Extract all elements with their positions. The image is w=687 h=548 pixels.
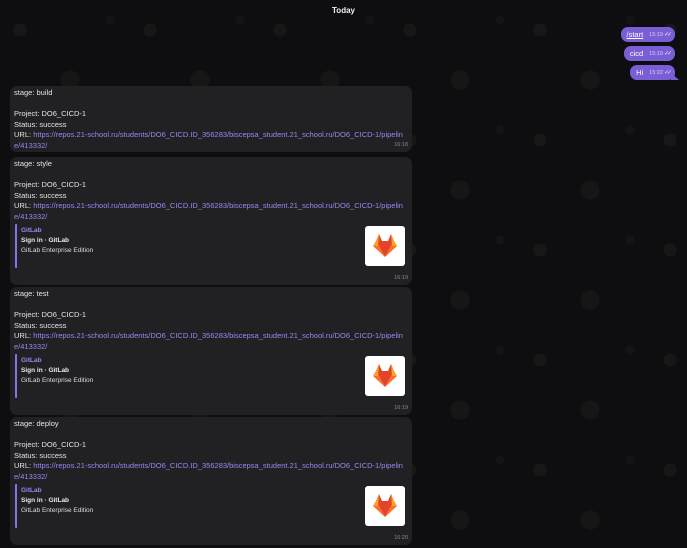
- preview-title: Sign in · GitLab: [21, 497, 70, 504]
- gitlab-logo-icon[interactable]: [365, 356, 405, 396]
- message-text: cicd: [629, 49, 644, 58]
- url-label: URL:: [14, 331, 32, 340]
- preview-description: GitLab Enterprise Edition: [21, 377, 94, 384]
- double-check-icon: ✓✓: [663, 51, 672, 57]
- outgoing-message[interactable]: cicd 15:19 ✓✓: [623, 46, 675, 61]
- outgoing-message[interactable]: Hi 15:22 ✓✓: [630, 65, 675, 80]
- message-time: 15:19: [649, 50, 663, 57]
- bot-message[interactable]: stage: build Project: DO6_CICD-1 Status:…: [10, 86, 412, 152]
- outgoing-message[interactable]: /start 15:19 ✓✓: [620, 27, 675, 42]
- preview-site: GitLab: [21, 227, 42, 234]
- stage-text: stage: style: [14, 159, 52, 168]
- message-time: 16:19: [394, 274, 408, 281]
- link-preview[interactable]: GitLab Sign in · GitLab GitLab Enterpris…: [15, 224, 407, 268]
- date-separator: Today: [332, 6, 355, 15]
- message-text: Hi: [636, 68, 644, 77]
- preview-description: GitLab Enterprise Edition: [21, 507, 94, 514]
- stage-text: stage: test: [14, 289, 49, 298]
- message-time: 16:20: [394, 534, 408, 541]
- preview-site: GitLab: [21, 357, 42, 364]
- message-time: 16:19: [394, 404, 408, 411]
- pipeline-link[interactable]: https://repos.21-school.ru/students/DO6_…: [14, 461, 403, 481]
- status-text: Status: success: [14, 450, 67, 460]
- pipeline-link[interactable]: https://repos.21-school.ru/students/DO6_…: [14, 331, 403, 351]
- gitlab-logo-icon[interactable]: [365, 226, 405, 266]
- bot-message[interactable]: stage: style Project: DO6_CICD-1 Status:…: [10, 157, 412, 285]
- double-check-icon: ✓✓: [663, 70, 672, 76]
- preview-site: GitLab: [21, 487, 42, 494]
- project-text: Project: DO6_CICD-1: [14, 440, 87, 449]
- url-label: URL:: [14, 461, 32, 470]
- status-text: Status: success: [14, 190, 67, 200]
- message-time: 15:22: [649, 69, 663, 76]
- url-label: URL:: [14, 130, 32, 139]
- status-text: Status: success: [14, 119, 67, 129]
- preview-title: Sign in · GitLab: [21, 237, 70, 244]
- preview-title: Sign in · GitLab: [21, 367, 70, 374]
- project-text: Project: DO6_CICD-1: [14, 310, 87, 319]
- pipeline-link[interactable]: https://repos.21-school.ru/students/DO6_…: [14, 130, 403, 150]
- status-text: Status: success: [14, 320, 67, 330]
- stage-text: stage: build: [14, 88, 53, 97]
- gitlab-logo-icon[interactable]: [365, 486, 405, 526]
- command-link[interactable]: /start: [627, 30, 644, 39]
- message-time: 16:18: [394, 141, 408, 148]
- pipeline-link[interactable]: https://repos.21-school.ru/students/DO6_…: [14, 201, 403, 221]
- bot-message[interactable]: stage: test Project: DO6_CICD-1 Status: …: [10, 287, 412, 415]
- link-preview[interactable]: GitLab Sign in · GitLab GitLab Enterpris…: [15, 354, 407, 398]
- url-label: URL:: [14, 201, 32, 210]
- bot-message[interactable]: stage: deploy Project: DO6_CICD-1 Status…: [10, 417, 412, 545]
- project-text: Project: DO6_CICD-1: [14, 109, 87, 118]
- stage-text: stage: deploy: [14, 419, 59, 428]
- link-preview[interactable]: GitLab Sign in · GitLab GitLab Enterpris…: [15, 484, 407, 528]
- message-time: 15:19: [649, 31, 663, 38]
- preview-description: GitLab Enterprise Edition: [21, 247, 94, 254]
- project-text: Project: DO6_CICD-1: [14, 180, 87, 189]
- double-check-icon: ✓✓: [663, 32, 672, 38]
